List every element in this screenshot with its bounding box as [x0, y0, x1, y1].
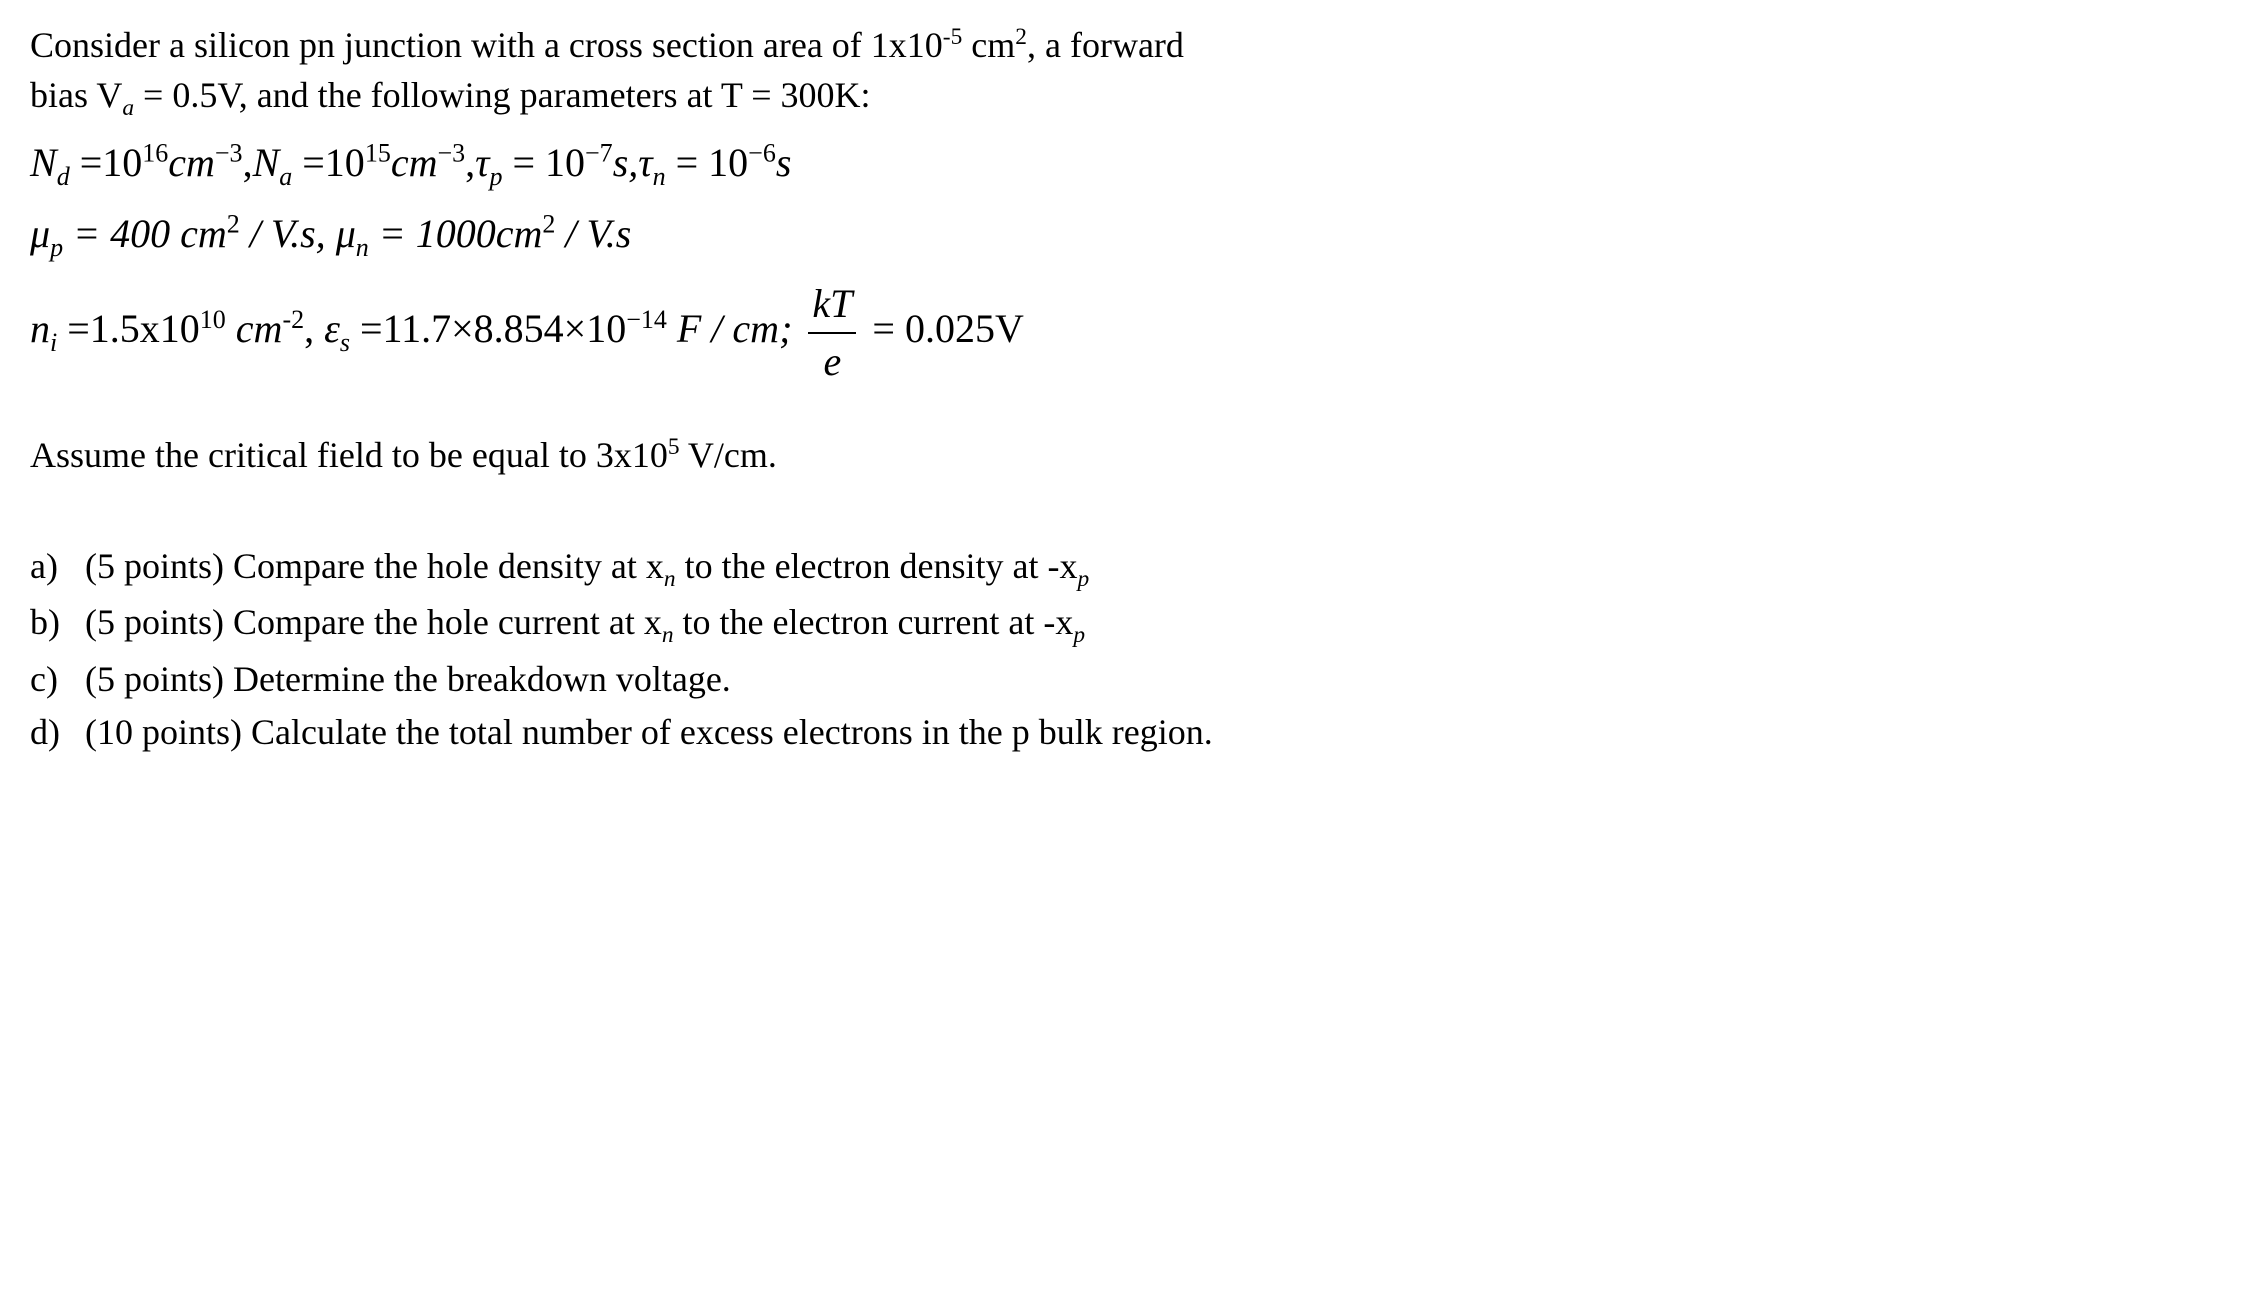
unit-s: s, [613, 140, 639, 185]
exp2b: 2 [542, 209, 555, 238]
intro-line2-pre: bias V [30, 75, 122, 115]
unit-cm2: cm [391, 140, 438, 185]
assume-post: V/cm. [680, 435, 777, 475]
frac-kT-e: kTe [808, 276, 856, 390]
sym-mu2: μ [336, 211, 356, 256]
label-a: a) [30, 541, 85, 591]
unit-cm3: cm [226, 306, 283, 351]
text-b: (5 points) Compare the hole current at x… [85, 597, 1085, 652]
exp-m3b: −3 [437, 139, 465, 168]
unit-vs2: / V.s [555, 211, 631, 256]
sym-N2: N [253, 140, 280, 185]
exp-m7: −7 [585, 139, 613, 168]
a-pre: (5 points) Compare the hole density at x [85, 546, 664, 586]
text-a: (5 points) Compare the hole density at x… [85, 541, 1089, 596]
unit-vs: / V.s, [240, 211, 336, 256]
label-d: d) [30, 707, 85, 757]
text-d: (10 points) Calculate the total number o… [85, 707, 1213, 757]
question-b: b) (5 points) Compare the hole current a… [30, 597, 2233, 652]
comma3: , [304, 306, 324, 351]
b-sub2: p [1073, 623, 1085, 649]
sub-a: a [279, 162, 292, 191]
question-d: d) (10 points) Calculate the total numbe… [30, 707, 2233, 757]
intro-line2-post: = 0.5V, and the following parameters at … [134, 75, 871, 115]
eq-mun: = 1000cm [369, 211, 543, 256]
sub-n2: n [356, 233, 369, 262]
intro-line1-post: , a forward [1027, 25, 1184, 65]
intro-text: Consider a silicon pn junction with a cr… [30, 20, 2233, 125]
a-sub2: p [1077, 566, 1089, 592]
label-b: b) [30, 597, 85, 647]
intro-sup2: 2 [1015, 24, 1027, 50]
exp2: 2 [227, 209, 240, 238]
eq4: = 10 [666, 140, 749, 185]
exp10: 10 [200, 305, 226, 334]
intro-cm: cm [962, 25, 1015, 65]
assume-sup: 5 [668, 434, 680, 460]
exp-m2: -2 [282, 305, 304, 334]
sub-s: s [340, 328, 350, 357]
intro-sub-a: a [122, 96, 134, 122]
b-pre: (5 points) Compare the hole current at x [85, 602, 662, 642]
label-c: c) [30, 654, 85, 704]
sym-mu: μ [30, 211, 50, 256]
exp-m3: −3 [215, 139, 243, 168]
exp-m14: −14 [626, 305, 667, 334]
question-a: a) (5 points) Compare the hole density a… [30, 541, 2233, 596]
frac-den: e [808, 334, 856, 390]
sym-N: N [30, 140, 57, 185]
intro-sup1: -5 [943, 24, 963, 50]
sym-eps: ε [324, 306, 340, 351]
frac-num: kT [808, 276, 856, 334]
unit-cm: cm [168, 140, 215, 185]
exp16: 16 [142, 139, 168, 168]
exp-m6: −6 [748, 139, 776, 168]
eq3: = 10 [502, 140, 585, 185]
sub-n: n [653, 162, 666, 191]
eq-ni: =1.5x10 [57, 306, 200, 351]
sub-p2: p [50, 233, 63, 262]
comma2: , [465, 140, 475, 185]
b-mid: to the electron current at -x [674, 602, 1074, 642]
sym-tau2: τ [638, 140, 652, 185]
sub-p: p [489, 162, 502, 191]
sub-d: d [57, 162, 70, 191]
text-c: (5 points) Determine the breakdown volta… [85, 654, 731, 704]
unit-s2: s [776, 140, 792, 185]
exp15: 15 [365, 139, 391, 168]
question-c: c) (5 points) Determine the breakdown vo… [30, 654, 2233, 704]
eq2: =10 [292, 140, 365, 185]
a-sub1: n [664, 566, 676, 592]
assume-pre: Assume the critical field to be equal to… [30, 435, 668, 475]
a-mid: to the electron density at -x [676, 546, 1078, 586]
intro-line1-pre: Consider a silicon pn junction with a cr… [30, 25, 943, 65]
eq-eps: =11.7×8.854×10 [350, 306, 626, 351]
eq-mup: = 400 cm [63, 211, 227, 256]
assume-text: Assume the critical field to be equal to… [30, 430, 2233, 480]
param-line-3: ni =1.5x1010 cm-2, εs =11.7×8.854×10−14 … [30, 276, 2233, 390]
param-line-1: Nd =1016cm−3,Na =1015cm−3,τp = 10−7s,τn … [30, 135, 2233, 195]
eq-vt: = 0.025V [862, 306, 1023, 351]
b-sub1: n [662, 623, 674, 649]
unit-fcm: F / cm; [667, 306, 803, 351]
sym-tau: τ [475, 140, 489, 185]
sym-n: n [30, 306, 50, 351]
questions-list: a) (5 points) Compare the hole density a… [30, 541, 2233, 758]
comma: , [243, 140, 253, 185]
param-line-2: μp = 400 cm2 / V.s, μn = 1000cm2 / V.s [30, 206, 2233, 266]
eq: =10 [70, 140, 143, 185]
